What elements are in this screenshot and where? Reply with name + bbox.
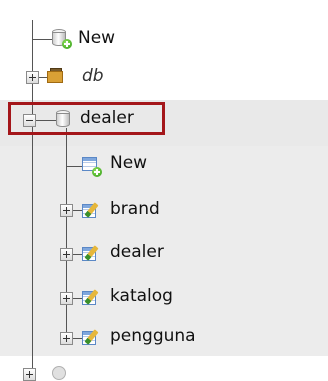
- table-icon: [82, 202, 102, 220]
- tree-item-label: db: [82, 66, 104, 86]
- tree-item-label: brand: [110, 199, 160, 219]
- sample-database-icon: [47, 68, 65, 84]
- table-icon: [82, 245, 102, 263]
- database-new-icon: [52, 29, 72, 49]
- expand-icon[interactable]: [60, 204, 73, 217]
- table-icon: [82, 289, 102, 307]
- expand-icon[interactable]: [60, 292, 73, 305]
- selected-subtree-background: [0, 146, 328, 356]
- database-icon: [52, 366, 66, 380]
- tree-item-label: New: [78, 28, 116, 48]
- connector-line: [32, 39, 54, 40]
- expand-icon[interactable]: [26, 71, 39, 84]
- expand-icon[interactable]: [60, 248, 73, 261]
- table-icon: [82, 329, 102, 347]
- expand-icon[interactable]: [23, 368, 36, 381]
- tree-item-label: pengguna: [110, 326, 196, 346]
- database-navigation-tree: New db dealer New brand dealer katalog p…: [0, 0, 328, 381]
- connector-line: [66, 166, 82, 167]
- selection-highlight-box: [8, 102, 165, 135]
- table-new-icon: [82, 157, 102, 177]
- tree-item-label: dealer: [110, 242, 164, 262]
- subtree-line: [66, 128, 67, 338]
- tree-item-label: New: [110, 153, 148, 173]
- expand-icon[interactable]: [60, 332, 73, 345]
- tree-item-label: katalog: [110, 286, 173, 306]
